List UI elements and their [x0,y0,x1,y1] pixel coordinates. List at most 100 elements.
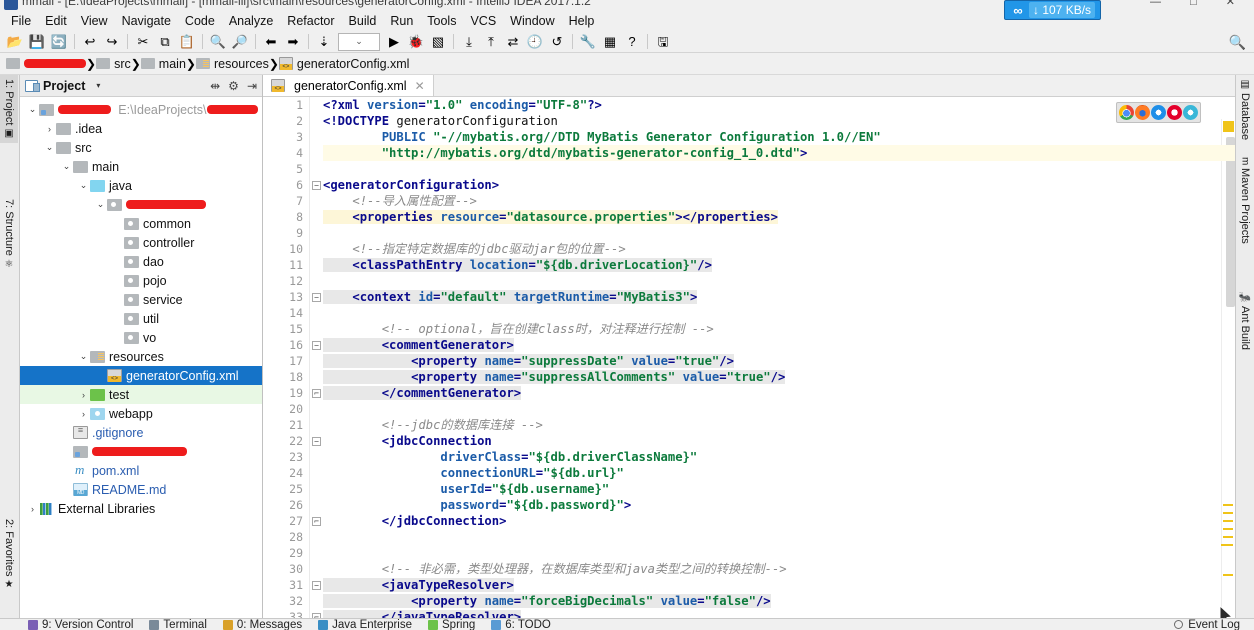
tree-row[interactable]: · util [20,309,262,328]
line-number[interactable]: 33 [263,609,309,618]
code-lines[interactable]: <?xml version="1.0" encoding="UTF-8"?> <!… [323,97,1235,618]
safari-icon[interactable] [1151,105,1166,120]
statusbar-item-javaenterprise[interactable]: Java Enterprise [318,619,412,630]
line-number[interactable]: 4 [263,145,309,161]
line-number[interactable]: 15 [263,321,309,337]
breadcrumb-item-main[interactable]: main [140,57,186,71]
tree-expand-arrow[interactable]: · [111,257,124,267]
edge-icon[interactable] [1183,105,1198,120]
menu-item-refactor[interactable]: Refactor [280,12,341,30]
main-toolbar[interactable]: 🔍 📂 💾 🔄 ↩ ↪ ✂ ⧉ 📋 🔍 🔎 ⬅ ➡ ⇣ ⌄ ▶ 🐞 ▧ ⤓ ⤒ ⇄ 🕘 ↺ 🔧 ▦? 🖫 [0,31,1254,53]
fold-minus-icon[interactable]: − [312,341,321,350]
tree-row[interactable]: · README.md [20,480,262,499]
tree-row[interactable]: · [20,442,262,461]
sync-refresh-icon[interactable]: 🔄 [48,32,70,52]
line-number[interactable]: 16 [263,337,309,353]
breadcrumb-item-resources[interactable]: resources [195,57,269,71]
tree-row[interactable]: › test [20,385,262,404]
tree-row[interactable]: ⌄ java [20,176,262,195]
code-line[interactable]: <property name="forceBigDecimals" value=… [323,593,1235,609]
tree-expand-arrow[interactable]: › [77,390,90,400]
code-line[interactable]: <javaTypeResolver> [323,577,1235,593]
line-number[interactable]: 27 [263,513,309,529]
tree-expand-arrow[interactable]: · [111,295,124,305]
statusbar-item-terminal[interactable]: Terminal [149,619,207,630]
code-line[interactable]: <property name = "suppressAllComments" val… [323,369,1235,385]
line-number[interactable]: 3 [263,129,309,145]
code-folding-gutter[interactable]: − − − ⌐ − ⌐ − ⌐ [310,97,323,618]
debug-icon[interactable]: 🐞 [405,32,427,52]
code-line[interactable]: </jdbcConnection> [323,513,1235,529]
close-icon[interactable]: ✕ [415,79,425,93]
line-number[interactable]: 11 [263,257,309,273]
run-configuration-selector[interactable]: ⌄ [338,32,380,51]
settings-wrench-icon[interactable]: 🔧 [577,32,599,52]
code-line[interactable]: <?xml version="1.0" encoding="UTF-8"?> [323,97,1235,113]
menu-item-vcs[interactable]: VCS [463,12,503,30]
tree-row[interactable]: · controller [20,233,262,252]
line-number[interactable]: 24 [263,465,309,481]
update-project-icon[interactable]: ⤓ [458,32,480,52]
tree-row[interactable]: ⌄ [20,195,262,214]
menu-item-edit[interactable]: Edit [38,12,74,30]
tree-row[interactable]: · service [20,290,262,309]
history-icon[interactable]: 🕘 [524,32,546,52]
code-editor[interactable]: 1 2 3 4 5 6 7 8 9 10 11 12 13 14 15 16 17 18 19 20 21 22 23 24 2… [263,97,1235,618]
breadcrumb[interactable]: ❯src❯main❯resources❯generatorConfig.xml [0,53,1254,75]
cut-icon[interactable]: ✂ [132,32,154,52]
tree-row[interactable]: · common [20,214,262,233]
line-number[interactable]: 26 [263,497,309,513]
menu-item-help[interactable]: Help [562,12,602,30]
tree-expand-arrow[interactable]: · [111,219,124,229]
tree-expand-arrow[interactable]: ⌄ [94,199,107,210]
line-number[interactable]: 22 [263,433,309,449]
hide-panel-icon[interactable]: ⇥ [247,79,257,93]
line-number[interactable]: 17 [263,353,309,369]
search-everywhere-icon[interactable]: 🔍 [1229,34,1246,51]
tree-row[interactable]: › External Libraries [20,499,262,518]
run-icon[interactable]: ▶ [383,32,405,52]
line-number[interactable]: 2 [263,113,309,129]
line-number[interactable]: 25 [263,481,309,497]
browser-preview-bar[interactable] [1116,102,1201,123]
code-line[interactable] [323,273,1235,289]
code-line[interactable]: <context id="default" targetRuntime="MyB… [323,289,1235,305]
code-line[interactable]: <classPathEntry location="${db.driverLoc… [323,257,1235,273]
line-number-gutter[interactable]: 1 2 3 4 5 6 7 8 9 10 11 12 13 14 15 16 17 18 19 20 21 22 23 24 2… [263,97,310,618]
sort-numeric-icon[interactable]: ⇣ [313,32,335,52]
tree-row[interactable]: · dao [20,252,262,271]
tree-expand-arrow[interactable]: ⌄ [43,142,56,153]
paste-icon[interactable]: 📋 [176,32,198,52]
code-line[interactable]: "http://mybatis.org/dtd/mybatis-generato… [323,145,1235,161]
event-log-area[interactable]: Event Log [1174,619,1240,630]
code-line[interactable]: <generatorConfiguration> [323,177,1235,193]
code-line[interactable]: password="${db.password}"> [323,497,1235,513]
line-number[interactable]: 30 [263,561,309,577]
code-line[interactable]: driverClass="${db.driverClassName}" [323,449,1235,465]
code-line[interactable]: <!-- optional，旨在创建class时，对注释进行控制 --> [323,321,1235,337]
code-line[interactable]: <properties resource="datasource.propert… [323,209,1235,225]
tree-expand-arrow[interactable]: ⌄ [77,351,90,362]
menu-item-code[interactable]: Code [178,12,222,30]
menu-item-navigate[interactable]: Navigate [115,12,178,30]
sidebar-item-structure[interactable]: 7: Structure ⚛ [0,195,18,274]
right-sidebar-item-mavenprojects[interactable]: m Maven Projects [1236,153,1254,248]
compare-icon[interactable]: ⇄ [502,32,524,52]
code-line[interactable]: PUBLIC "-//mybatis.org//DTD MyBatis Gene… [323,129,1235,145]
tree-row[interactable]: · pom.xml [20,461,262,480]
code-line[interactable]: userId="${db.username}" [323,481,1235,497]
tree-row[interactable]: › .idea [20,119,262,138]
code-line[interactable]: <!--导入属性配置--> [323,193,1235,209]
fold-minus-icon[interactable]: − [312,581,321,590]
line-number[interactable]: 6 [263,177,309,193]
tree-row[interactable]: ⌄ E:\IdeaProjects\ [20,100,262,119]
tree-row[interactable]: · generatorConfig.xml [20,366,262,385]
statusbar-item-todo[interactable]: 6: TODO [491,619,551,630]
replace-icon[interactable]: 🔎 [229,32,251,52]
code-line[interactable]: <!--指定特定数据库的jdbc驱动jar包的位置--> [323,241,1235,257]
code-line[interactable]: <property name="suppressDate" value="tru… [323,353,1235,369]
code-line[interactable]: </javaTypeResolver> [323,609,1235,618]
code-line[interactable]: <commentGenerator> [323,337,1235,353]
fold-minus-icon[interactable]: − [312,181,321,190]
left-tool-window-bar[interactable]: 1: Project▣7: Structure⚛2: Favorites★Web… [0,75,20,618]
